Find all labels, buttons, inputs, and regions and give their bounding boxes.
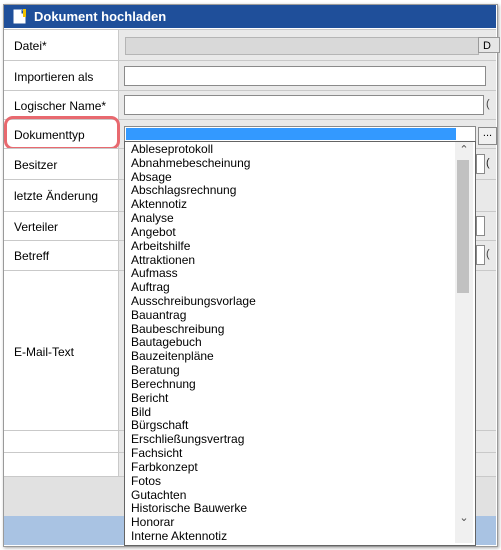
verteiler-label: Verteiler bbox=[14, 220, 59, 234]
dropdown-option[interactable]: Angebot bbox=[131, 225, 176, 239]
dropdown-option[interactable]: Baubeschreibung bbox=[131, 322, 224, 336]
dropdown-option[interactable]: Arbeitshilfe bbox=[131, 239, 190, 253]
dialog-titlebar: Dokument hochladen bbox=[4, 5, 496, 28]
dropdown-option[interactable]: Aktennotiz bbox=[131, 198, 187, 211]
scroll-up-icon[interactable]: ⌃ bbox=[458, 144, 470, 156]
dropdown-option[interactable]: Farbkonzept bbox=[131, 460, 198, 474]
logischer-name-input[interactable] bbox=[124, 95, 484, 115]
dropdown-option[interactable]: Abnahmebescheinung bbox=[131, 156, 250, 170]
dokumenttyp-picker-button[interactable]: ... bbox=[478, 127, 497, 145]
logischer-name-label: Logischer Name* bbox=[14, 99, 107, 113]
dropdown-option[interactable]: Auftrag bbox=[131, 281, 170, 294]
importieren-input[interactable] bbox=[124, 66, 486, 86]
email-text-label: E-Mail-Text bbox=[14, 345, 75, 359]
betreff-side-mark: ( bbox=[486, 248, 490, 260]
dropdown-option[interactable]: Abschlagsrechnung bbox=[131, 184, 236, 197]
dialog-title: Dokument hochladen bbox=[34, 9, 167, 24]
dropdown-option[interactable]: Absage bbox=[131, 170, 172, 184]
dropdown-option[interactable]: Ausschreibungsvorlage bbox=[131, 295, 256, 308]
dropdown-option[interactable]: Fachsicht bbox=[131, 447, 182, 460]
dropdown-option[interactable]: Bauzeitenpläne bbox=[131, 350, 214, 363]
dropdown-option[interactable]: Interne Aktennotiz bbox=[131, 529, 227, 543]
dropdown-option[interactable]: Erschließungsvertrag bbox=[131, 433, 244, 446]
dropdown-scrollbar-thumb[interactable] bbox=[457, 160, 469, 293]
dropdown-option[interactable]: Analyse bbox=[131, 212, 174, 225]
dropdown-option[interactable]: Attraktionen bbox=[131, 253, 195, 267]
dropdown-option[interactable]: Historische Bauwerke bbox=[131, 502, 247, 515]
dokumenttyp-selection-highlight bbox=[126, 128, 456, 140]
betreff-label: Betreff bbox=[14, 249, 50, 263]
dropdown-option[interactable]: Honorar bbox=[131, 516, 174, 529]
scroll-down-icon[interactable]: ⌄ bbox=[458, 512, 470, 524]
logischer-name-side-mark: ( bbox=[486, 98, 490, 110]
importieren-label: Importieren als bbox=[14, 70, 94, 84]
dokumenttyp-dropdown-list[interactable]: Ableseprotokoll Abnahmebescheinung Absage A… bbox=[124, 141, 476, 546]
dropdown-option[interactable]: Ableseprotokoll bbox=[131, 143, 213, 156]
dropdown-option[interactable]: Bild bbox=[131, 405, 151, 419]
betreff-input[interactable] bbox=[476, 245, 485, 265]
besitzer-input[interactable] bbox=[476, 154, 485, 174]
datei-label: Datei* bbox=[14, 39, 47, 53]
dropdown-option[interactable]: Berechnung bbox=[131, 377, 196, 391]
dropdown-option[interactable]: Beratung bbox=[131, 364, 180, 377]
dropdown-option[interactable]: Aufmass bbox=[131, 267, 178, 280]
dropdown-option[interactable]: Bautagebuch bbox=[131, 336, 202, 349]
upload-dialog: Dokument hochladen Datei* D Importieren … bbox=[0, 0, 501, 550]
dropdown-option[interactable]: Bericht bbox=[131, 391, 168, 405]
file-path-field[interactable] bbox=[125, 37, 479, 55]
document-icon bbox=[13, 9, 26, 24]
dropdown-option[interactable]: Bürgschaft bbox=[131, 419, 188, 432]
verteiler-input[interactable] bbox=[476, 216, 485, 236]
dropdown-option[interactable]: Gutachten bbox=[131, 488, 186, 502]
dropdown-option[interactable]: Bauantrag bbox=[131, 308, 186, 322]
besitzer-label: Besitzer bbox=[14, 158, 58, 172]
letzte-aenderung-label: letzte Änderung bbox=[14, 189, 99, 203]
browse-button[interactable]: D bbox=[478, 37, 500, 53]
dropdown-option[interactable]: Fotos bbox=[131, 474, 161, 488]
dokumenttyp-highlight bbox=[4, 116, 120, 150]
besitzer-side-mark: ( bbox=[486, 157, 490, 169]
